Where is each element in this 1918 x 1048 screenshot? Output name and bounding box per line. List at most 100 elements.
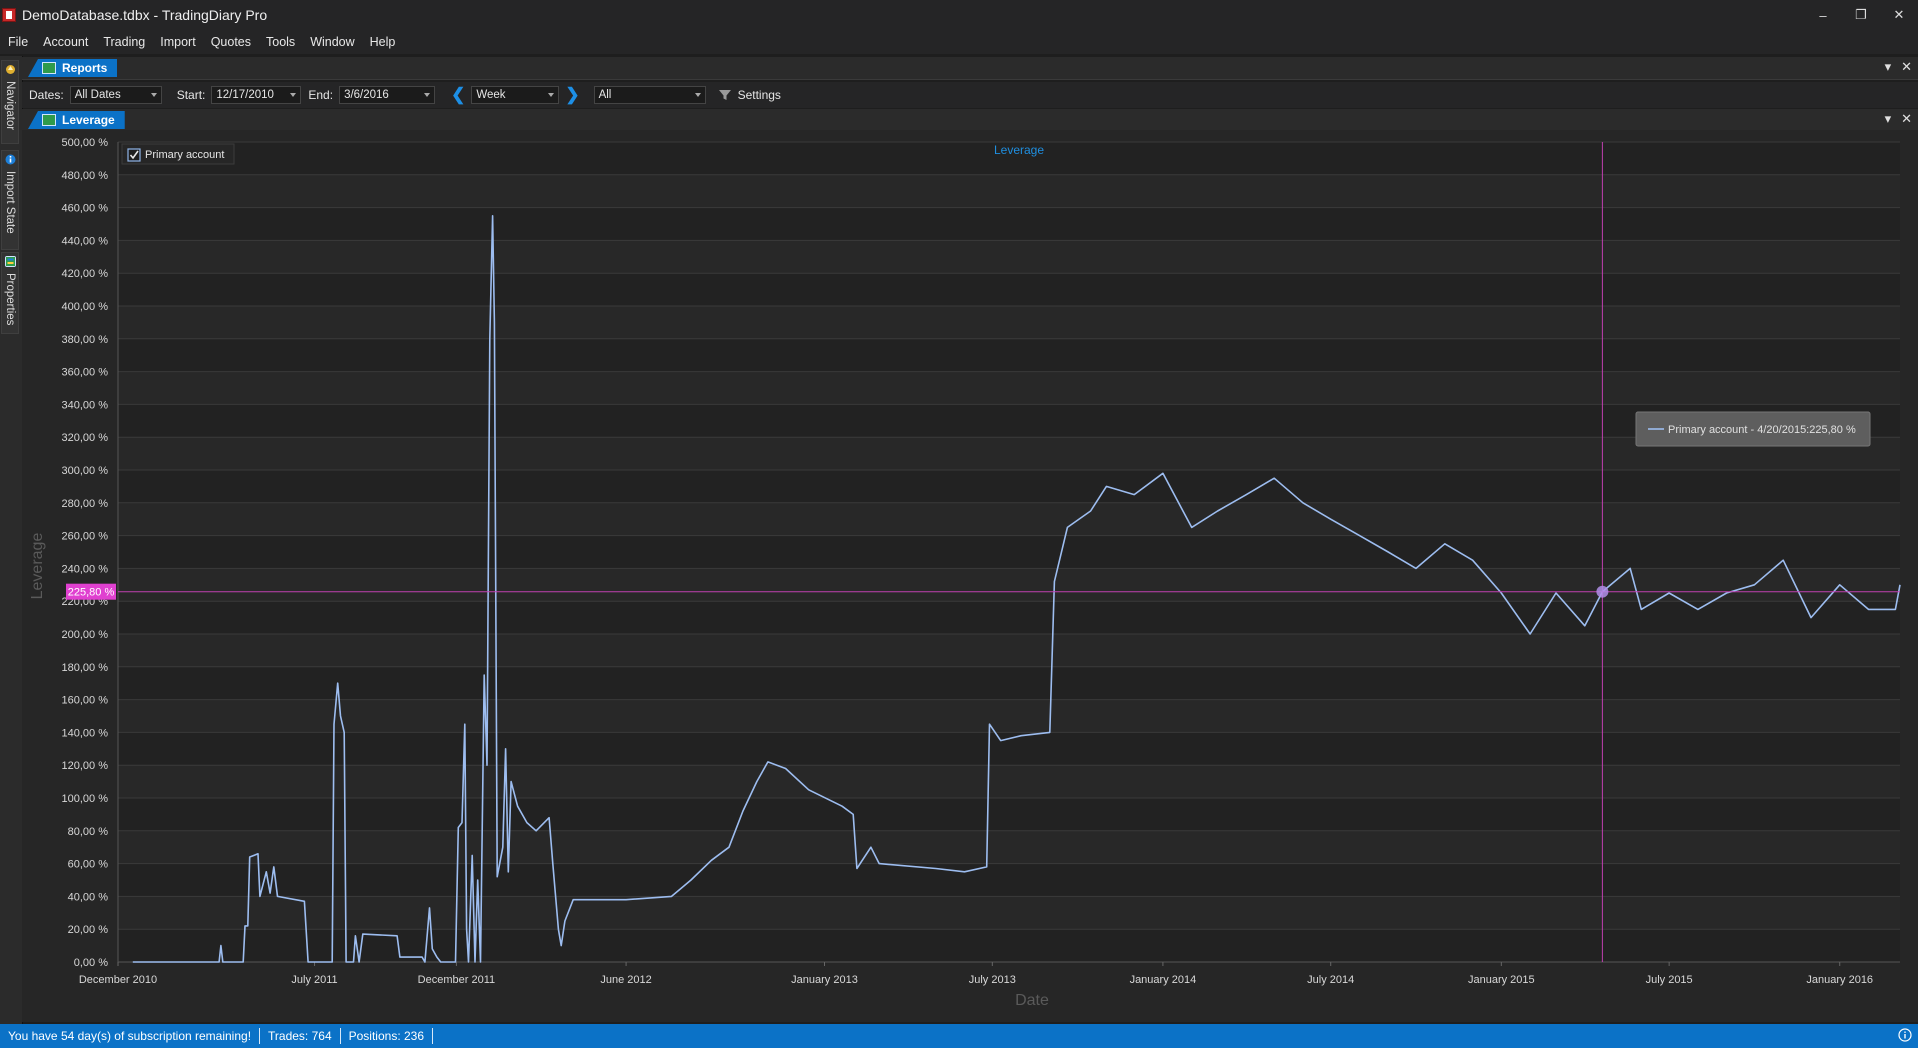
restore-button[interactable]: ❐ xyxy=(1842,0,1880,30)
report-icon xyxy=(42,62,56,74)
start-date-picker[interactable]: 12/17/2010 xyxy=(211,86,302,104)
chevron-down-icon xyxy=(290,93,297,97)
side-tab-properties[interactable]: Properties xyxy=(1,252,19,334)
x-tick-label: July 2013 xyxy=(969,974,1016,986)
y-tick-label: 180,00 % xyxy=(62,662,109,674)
side-panel-strip: Navigator Import State Properties xyxy=(0,56,23,1024)
navigator-icon xyxy=(6,65,15,74)
y-tick-label: 440,00 % xyxy=(62,235,109,247)
status-bar: You have 54 day(s) of subscription remai… xyxy=(0,1024,1918,1048)
y-tick-label: 60,00 % xyxy=(68,859,109,871)
start-date-value: 12/17/2010 xyxy=(216,89,274,101)
tab-leverage-label: Leverage xyxy=(62,113,115,127)
x-tick-label: July 2014 xyxy=(1307,974,1354,986)
menu-tools[interactable]: Tools xyxy=(258,35,302,49)
grid-band xyxy=(118,634,1900,667)
info-icon xyxy=(5,154,16,165)
info-icon[interactable] xyxy=(1898,1028,1912,1042)
reports-close-button[interactable]: ✕ xyxy=(1901,59,1912,75)
dates-select[interactable]: All Dates xyxy=(69,86,162,104)
leverage-close-button[interactable]: ✕ xyxy=(1901,111,1912,127)
subscription-status: You have 54 day(s) of subscription remai… xyxy=(0,1028,261,1044)
tab-reports-label: Reports xyxy=(62,61,108,75)
y-axis-title: Leverage xyxy=(29,533,46,600)
filter-select-value: All xyxy=(598,89,612,101)
next-period-button[interactable]: ❯ xyxy=(559,85,585,105)
y-tick-label: 200,00 % xyxy=(62,629,109,641)
legend-checkbox[interactable] xyxy=(127,148,141,162)
menu-account[interactable]: Account xyxy=(35,35,95,49)
tab-leverage[interactable]: Leverage xyxy=(28,111,125,129)
y-tick-label: 0,00 % xyxy=(74,957,108,969)
y-tick-label: 340,00 % xyxy=(62,399,109,411)
y-tick-label: 360,00 % xyxy=(62,367,109,379)
y-tick-label: 100,00 % xyxy=(62,793,109,805)
grid-band xyxy=(118,306,1900,339)
menu-trading[interactable]: Trading xyxy=(95,35,152,49)
positions-count: Positions: 236 xyxy=(341,1028,434,1044)
menu-quotes[interactable]: Quotes xyxy=(203,35,258,49)
grid-band xyxy=(118,174,1900,208)
side-tab-label: Navigator xyxy=(4,81,16,131)
x-tick-label: July 2015 xyxy=(1646,974,1693,986)
y-tick-label: 400,00 % xyxy=(62,301,109,313)
x-axis-title: Date xyxy=(1015,992,1049,1009)
y-tick-label: 420,00 % xyxy=(62,268,109,280)
reports-dropdown-button[interactable]: ▾ xyxy=(1885,59,1892,75)
properties-icon xyxy=(5,256,16,267)
chevron-down-icon xyxy=(150,93,157,97)
x-tick-label: June 2012 xyxy=(600,974,651,986)
report-toolbar: Dates: All Dates Start: 12/17/2010 End: … xyxy=(22,82,1918,108)
x-tick-label: January 2016 xyxy=(1806,974,1873,986)
menu-file[interactable]: File xyxy=(0,35,35,49)
crosshair-value-label: 225,80 % xyxy=(68,587,115,599)
grid-band xyxy=(118,437,1900,470)
tab-reports[interactable]: Reports xyxy=(28,59,118,77)
leverage-dropdown-button[interactable]: ▾ xyxy=(1885,111,1892,127)
settings-button[interactable]: Settings xyxy=(738,88,781,102)
grid-band xyxy=(118,765,1900,798)
x-tick-label: January 2014 xyxy=(1130,974,1197,986)
y-tick-label: 500,00 % xyxy=(62,137,109,149)
y-tick-label: 80,00 % xyxy=(68,826,109,838)
y-tick-label: 120,00 % xyxy=(62,760,109,772)
grid-band xyxy=(118,240,1900,274)
y-tick-label: 300,00 % xyxy=(62,465,109,477)
side-tab-label: Import State xyxy=(4,171,16,234)
menu-bar: File Account Trading Import Quotes Tools… xyxy=(0,30,1918,54)
menu-import[interactable]: Import xyxy=(152,35,202,49)
y-tick-label: 160,00 % xyxy=(62,695,109,707)
y-tick-label: 240,00 % xyxy=(62,563,109,575)
start-label: Start: xyxy=(176,88,206,102)
y-tick-label: 460,00 % xyxy=(62,203,109,215)
leverage-chart[interactable]: 0,00 % 20,00 % 40,00 % 60,00 % 80,00 % 100,00… xyxy=(22,130,1918,1022)
y-tick-label: 260,00 % xyxy=(62,531,109,543)
side-tab-label: Properties xyxy=(4,273,16,326)
previous-period-button[interactable]: ❮ xyxy=(445,85,471,105)
y-tick-label: 380,00 % xyxy=(62,334,109,346)
chart-title: Leverage xyxy=(994,143,1044,157)
end-date-picker[interactable]: 3/6/2016 xyxy=(339,86,436,104)
minimize-button[interactable]: – xyxy=(1804,0,1842,30)
side-tab-import-state[interactable]: Import State xyxy=(1,150,19,250)
filter-select[interactable]: All xyxy=(593,86,706,104)
y-tick-label: 20,00 % xyxy=(68,924,109,936)
tooltip-text: Primary account - 4/20/2015:225,80 % xyxy=(1668,424,1856,436)
grid-band xyxy=(118,371,1900,405)
settings-filter-icon[interactable] xyxy=(718,88,732,102)
close-button[interactable]: ✕ xyxy=(1880,0,1918,30)
x-tick-label: December 2011 xyxy=(418,974,495,986)
grid-band xyxy=(118,830,1900,864)
menu-help[interactable]: Help xyxy=(362,35,403,49)
reports-header: Reports ▾ ✕ xyxy=(22,57,1918,80)
side-tab-navigator[interactable]: Navigator xyxy=(1,60,19,144)
y-tick-label: 40,00 % xyxy=(68,891,109,903)
dates-label: Dates: xyxy=(29,88,64,102)
chevron-down-icon xyxy=(694,93,701,97)
x-tick-label: January 2013 xyxy=(791,974,858,986)
grid-band xyxy=(118,896,1900,930)
grid-band xyxy=(118,699,1900,733)
menu-window[interactable]: Window xyxy=(302,35,361,49)
legend-entry-label: Primary account xyxy=(145,149,224,161)
period-select[interactable]: Week xyxy=(471,86,560,104)
